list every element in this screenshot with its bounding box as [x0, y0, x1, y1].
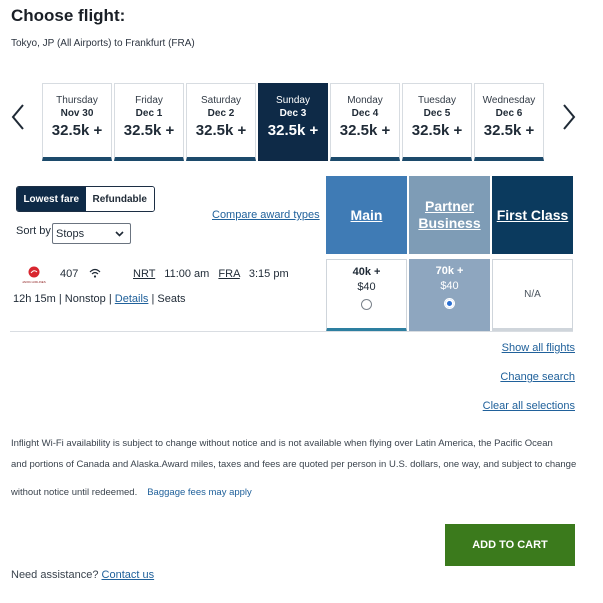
flight-route: NRT 11:00 am FRA 3:15 pm — [133, 268, 289, 280]
sort-select[interactable]: Stops — [52, 223, 131, 244]
add-to-cart-button[interactable]: ADD TO CART — [445, 524, 575, 566]
date-dow: Monday — [347, 95, 383, 106]
airline-logo-text: JAPAN AIRLINES — [22, 280, 46, 284]
disclaimer-line-2: and portions of Canada and Alaska.Award … — [11, 459, 577, 470]
disclaimer-line-1: Inflight Wi-Fi availability is subject t… — [11, 438, 553, 449]
flight-stops: Nonstop — [64, 293, 106, 305]
cabin-header-partner-business[interactable]: Partner Business — [409, 176, 490, 254]
fare-type-toggle: Lowest fare Refundable — [16, 186, 155, 212]
date-card-nov30[interactable]: Thursday Nov 30 32.5k + — [42, 83, 112, 161]
date-dow: Friday — [135, 95, 163, 106]
change-search-link[interactable]: Change search — [500, 371, 575, 383]
disclaimer-line-3: without notice until redeemed. Baggage fe… — [11, 487, 252, 498]
page-title: Choose flight: — [11, 6, 126, 25]
date-card-dec5[interactable]: Tuesday Dec 5 32.5k + — [402, 83, 472, 161]
fare-fee: $40 — [357, 281, 376, 293]
date-price: 32.5k + — [267, 122, 319, 139]
clear-all-selections-link[interactable]: Clear all selections — [483, 400, 575, 412]
compare-award-types-link[interactable]: Compare award types — [212, 209, 320, 221]
date-dow: Sunday — [276, 95, 310, 106]
date-price: 32.5k + — [51, 122, 103, 139]
date-day: Dec 3 — [279, 108, 307, 119]
origin-code[interactable]: NRT — [133, 268, 155, 280]
date-card-dec4[interactable]: Monday Dec 4 32.5k + — [330, 83, 400, 161]
arrive-time: 3:15 pm — [248, 268, 289, 280]
date-dow: Wednesday — [482, 95, 536, 106]
chevron-right-icon — [563, 104, 576, 130]
divider — [10, 331, 573, 332]
contact-us-link[interactable]: Contact us — [102, 569, 155, 581]
baggage-fees-link[interactable]: Baggage fees may apply — [147, 487, 252, 498]
date-day: Dec 2 — [207, 108, 235, 119]
fare-miles: 40k + — [352, 266, 381, 278]
fare-cell-partner-business[interactable]: 70k + $40 — [409, 259, 490, 332]
cabin-main-label: Main — [350, 206, 383, 223]
fare-miles: 70k + — [435, 265, 464, 277]
chevron-down-icon — [115, 231, 124, 237]
date-day: Dec 6 — [495, 108, 523, 119]
sort-label: Sort by — [16, 225, 51, 237]
flight-meta: 12h 15m | Nonstop | Details | Seats — [13, 293, 186, 305]
destination-code[interactable]: FRA — [218, 268, 239, 280]
date-price: 32.5k + — [195, 122, 247, 139]
date-day: Nov 30 — [60, 108, 94, 119]
date-price: 32.5k + — [123, 122, 175, 139]
sort-value: Stops — [56, 227, 85, 240]
previous-dates-button[interactable] — [10, 103, 26, 131]
fare-fee: $40 — [440, 280, 459, 292]
cabin-header-first-class[interactable]: First Class — [492, 176, 573, 254]
assistance-label: Need assistance? — [11, 569, 99, 581]
fare-radio-partner-selected[interactable] — [444, 298, 455, 309]
date-price: 32.5k + — [411, 122, 463, 139]
date-dow: Saturday — [200, 95, 242, 106]
date-card-dec1[interactable]: Friday Dec 1 32.5k + — [114, 83, 184, 161]
flight-number: 407 — [60, 268, 79, 280]
details-link[interactable]: Details — [115, 293, 149, 305]
seats-link[interactable]: Seats — [157, 293, 185, 305]
fare-not-available: N/A — [524, 289, 541, 300]
fare-cell-main[interactable]: 40k + $40 — [326, 259, 407, 332]
refundable-button[interactable]: Refundable — [85, 187, 154, 211]
date-card-dec6[interactable]: Wednesday Dec 6 32.5k + — [474, 83, 544, 161]
wifi-icon — [89, 268, 101, 278]
cabin-partner-line2: Business — [418, 215, 481, 231]
depart-time: 11:00 am — [164, 268, 210, 280]
route-subtitle: Tokyo, JP (All Airports) to Frankfurt (F… — [11, 38, 195, 49]
flight-duration: 12h 15m — [13, 293, 56, 305]
cabin-partner-label: Partner Business — [418, 198, 480, 232]
show-all-flights-link[interactable]: Show all flights — [502, 342, 575, 354]
date-day: Dec 5 — [423, 108, 451, 119]
cabin-first-label: First Class — [496, 206, 569, 223]
date-price: 32.5k + — [483, 122, 535, 139]
fare-cell-first-class: N/A — [492, 259, 573, 332]
date-card-dec2[interactable]: Saturday Dec 2 32.5k + — [186, 83, 256, 161]
airline-logo-icon — [28, 266, 40, 278]
cabin-header-main[interactable]: Main — [326, 176, 407, 254]
date-dow: Tuesday — [418, 95, 456, 106]
fare-radio-main[interactable] — [361, 299, 372, 310]
date-dow: Thursday — [56, 95, 98, 106]
date-day: Dec 1 — [135, 108, 163, 119]
date-card-dec3-selected[interactable]: Sunday Dec 3 32.5k + — [258, 83, 328, 161]
date-price: 32.5k + — [339, 122, 391, 139]
disclaimer-line-3-text: without notice until redeemed. — [11, 487, 138, 498]
lowest-fare-button[interactable]: Lowest fare — [17, 187, 86, 211]
next-dates-button[interactable] — [561, 103, 577, 131]
date-day: Dec 4 — [351, 108, 379, 119]
cabin-partner-line1: Partner — [424, 198, 475, 215]
assistance-text: Need assistance? Contact us — [11, 569, 154, 581]
chevron-left-icon — [11, 104, 24, 130]
